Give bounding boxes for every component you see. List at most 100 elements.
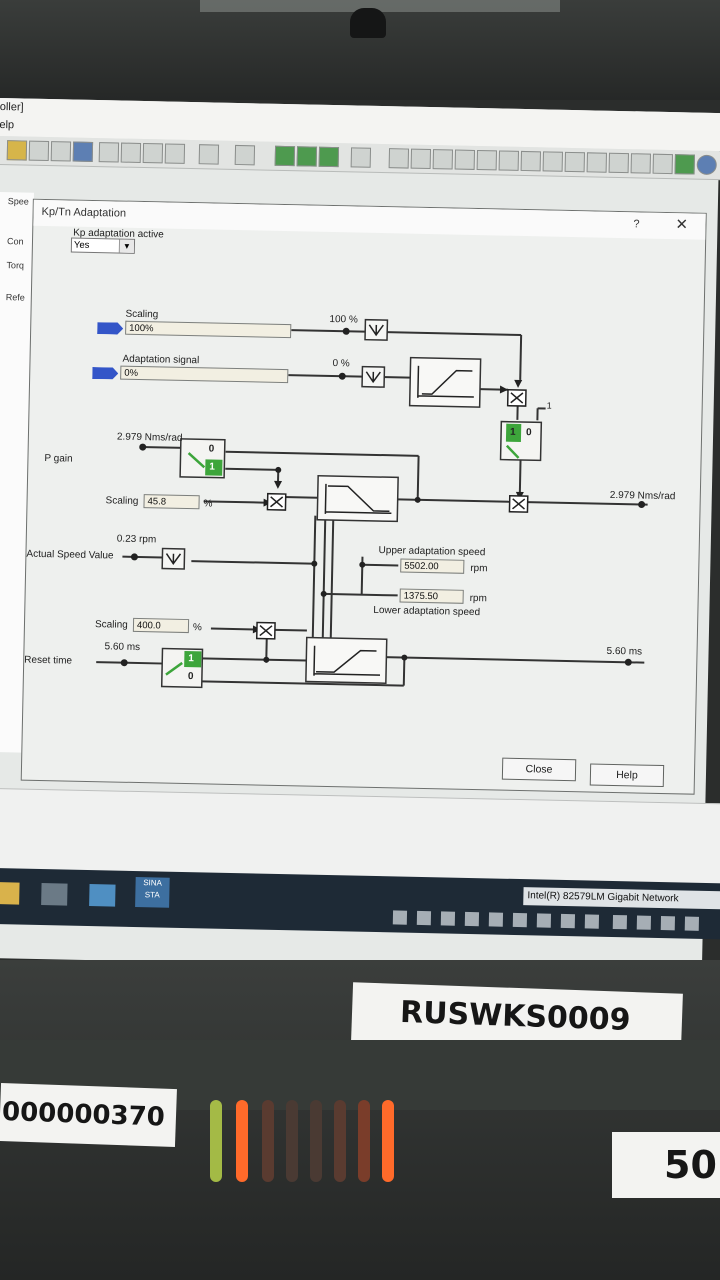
scaling-tap-dot bbox=[342, 327, 350, 335]
toolbar-green-2-icon[interactable] bbox=[296, 146, 318, 167]
menu-help[interactable]: elp bbox=[0, 119, 14, 131]
tray-usb-icon[interactable] bbox=[440, 911, 456, 926]
toolbar-grid-icon[interactable] bbox=[388, 148, 410, 169]
tray-pen-icon[interactable] bbox=[584, 914, 600, 929]
p-gain-output-dot bbox=[638, 501, 646, 509]
left-pane-item-reference[interactable]: Refe bbox=[6, 292, 25, 302]
tray-card-icon[interactable] bbox=[488, 912, 504, 927]
reset-time-label: Reset time bbox=[24, 654, 73, 667]
upper-adaptation-field[interactable]: 5502.00 bbox=[400, 558, 465, 574]
toolbar-green-1-icon[interactable] bbox=[274, 145, 296, 167]
toolbar-compare-icon[interactable] bbox=[198, 144, 220, 165]
mail-icon[interactable] bbox=[89, 884, 116, 907]
lower-adaptation-label: Lower adaptation speed bbox=[373, 604, 481, 619]
toolbar-switch-icon[interactable] bbox=[432, 149, 454, 170]
reset-output-dot bbox=[624, 658, 632, 666]
adaptation-tap-dot bbox=[338, 372, 346, 380]
help-button[interactable]: Help bbox=[589, 763, 665, 788]
adaptation-signal-label: Adaptation signal bbox=[122, 353, 200, 367]
led-orange-1 bbox=[236, 1100, 248, 1182]
tray-shield-icon[interactable] bbox=[536, 913, 552, 928]
toolbar-sliders-icon[interactable] bbox=[454, 149, 476, 170]
p-gain-label: P gain bbox=[44, 453, 73, 465]
toolbar-limit-icon[interactable] bbox=[652, 153, 673, 175]
toolbar-monitor-icon[interactable] bbox=[674, 154, 695, 175]
toolbar-ramp-icon[interactable] bbox=[476, 150, 498, 171]
adaptation-signal-tap-value: 0 % bbox=[332, 358, 350, 370]
toolbar-green-3-icon[interactable] bbox=[318, 146, 340, 168]
tray-keyboard-icon[interactable] bbox=[612, 915, 628, 930]
toolbar-download-icon[interactable] bbox=[120, 142, 142, 163]
led-off-3 bbox=[310, 1100, 322, 1182]
p-gain-output-value: 2.979 Nms/rad bbox=[609, 489, 676, 503]
store-icon[interactable] bbox=[41, 883, 68, 906]
switch-adaptation-1: 1 bbox=[509, 426, 516, 438]
left-pane-item-torque[interactable]: Torq bbox=[6, 260, 24, 270]
reset-branch-dot bbox=[263, 656, 270, 663]
toolbar-device-icon[interactable] bbox=[142, 143, 164, 164]
toolbar-arrow-icon[interactable] bbox=[498, 150, 520, 171]
toolbar-online-icon[interactable] bbox=[72, 141, 94, 162]
toolbar-graph-icon[interactable] bbox=[542, 151, 563, 172]
lower-adaptation-unit: rpm bbox=[469, 592, 487, 605]
scaling-tap-value: 100 % bbox=[329, 313, 358, 326]
toolbar-save-icon[interactable] bbox=[28, 140, 50, 162]
switch-reset-time-1: 1 bbox=[188, 653, 194, 665]
toolbar-step-icon[interactable] bbox=[586, 152, 607, 173]
toolbar-open-icon[interactable] bbox=[6, 140, 28, 161]
toolbar-l-icon[interactable] bbox=[630, 153, 651, 174]
switch-reset-time-0: 0 bbox=[187, 671, 194, 683]
monitor-bezel-top bbox=[0, 0, 720, 100]
p-scaling-unit: % bbox=[203, 498, 213, 510]
select-constant: 1 bbox=[546, 400, 552, 411]
tray-sync-icon[interactable] bbox=[684, 916, 700, 931]
switch-adaptation-0: 0 bbox=[525, 427, 532, 439]
toolbar-chart-icon[interactable] bbox=[234, 144, 256, 166]
tray-flag-icon[interactable] bbox=[392, 910, 408, 925]
tray-expand-icon[interactable] bbox=[660, 916, 676, 931]
toolbar-trace-icon[interactable] bbox=[350, 147, 372, 168]
toolbar-brake-icon[interactable] bbox=[608, 152, 629, 174]
scaling-field[interactable]: 100% bbox=[125, 320, 292, 339]
tray-tia-icon[interactable] bbox=[560, 913, 576, 929]
p-gain-dot bbox=[139, 443, 147, 451]
reset-time-value: 5.60 ms bbox=[104, 641, 141, 654]
tn-scaling-field[interactable]: 400.0 bbox=[132, 617, 190, 634]
led-off-1 bbox=[262, 1100, 274, 1182]
kp-adaptation-dropdown[interactable]: Yes ▼ bbox=[70, 237, 136, 254]
file-explorer-icon[interactable] bbox=[0, 882, 20, 905]
lower-branch-dot bbox=[320, 590, 327, 597]
toolbar-upload-icon[interactable] bbox=[50, 141, 72, 162]
toolbar-plus-icon[interactable] bbox=[98, 142, 120, 163]
toolbar-cross-icon[interactable] bbox=[564, 151, 585, 173]
switch-p-gain-0: 0 bbox=[208, 443, 215, 455]
toolbar-tools-icon[interactable] bbox=[164, 143, 186, 164]
sinamics-startdrive-icon[interactable]: SINA STA bbox=[135, 877, 170, 908]
screen: oller] elp Spee Con Torq Refe SINA STA I… bbox=[0, 98, 720, 973]
network-tooltip: Intel(R) 82579LM Gigabit Network bbox=[523, 887, 720, 910]
tray-security-icon[interactable] bbox=[416, 910, 432, 926]
reset-time-output-value: 5.60 ms bbox=[606, 645, 643, 658]
tray-license-icon[interactable] bbox=[464, 911, 480, 927]
switch-p-gain-1: 1 bbox=[209, 461, 215, 473]
chevron-down-icon[interactable]: ▼ bbox=[118, 239, 135, 253]
toolbar-globe-icon[interactable] bbox=[696, 154, 717, 176]
upper-branch-dot bbox=[359, 561, 366, 568]
upper-adaptation-label: Upper adaptation speed bbox=[378, 545, 486, 559]
toolbar-star-icon[interactable] bbox=[410, 148, 432, 170]
actual-speed-dot bbox=[130, 553, 138, 561]
left-pane-item-speed[interactable]: Spee bbox=[8, 196, 29, 206]
toolbar-curve-icon[interactable] bbox=[520, 150, 542, 172]
tray-network-icon[interactable] bbox=[636, 915, 652, 930]
tray-doc-icon[interactable] bbox=[512, 912, 528, 928]
p-gain-value: 2.979 Nms/rad bbox=[116, 431, 183, 444]
p-scaling-field[interactable]: 45.8 bbox=[143, 494, 200, 510]
led-off-4 bbox=[334, 1100, 346, 1182]
scaling-label: Scaling bbox=[125, 308, 159, 321]
bezel-clip bbox=[350, 8, 386, 38]
lower-adaptation-field[interactable]: 1375.50 bbox=[399, 588, 464, 604]
close-button[interactable]: Close bbox=[501, 757, 577, 782]
actual-speed-label: Actual Speed Value bbox=[26, 548, 114, 562]
actual-speed-value: 0.23 rpm bbox=[116, 533, 157, 546]
left-pane-item-control[interactable]: Con bbox=[7, 236, 24, 246]
